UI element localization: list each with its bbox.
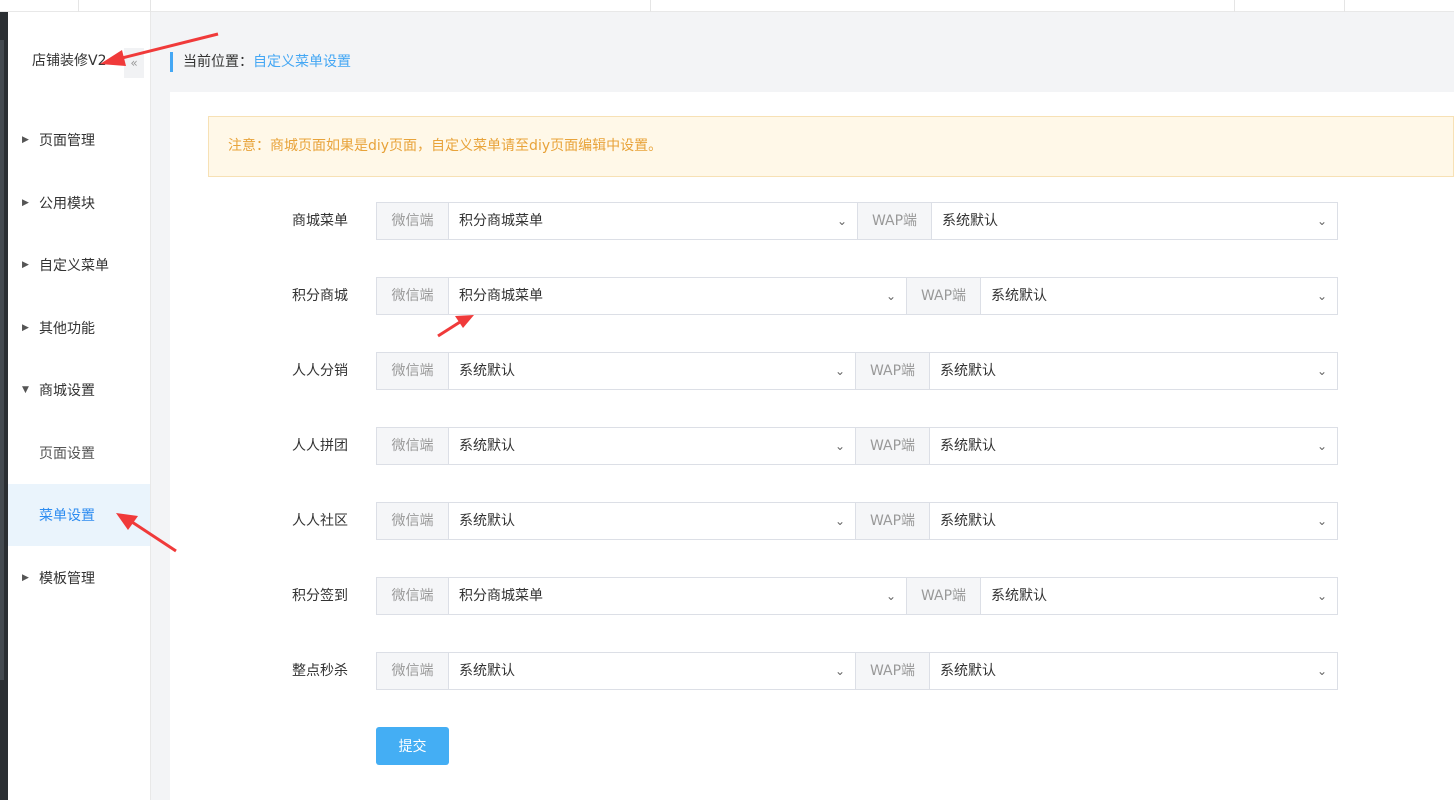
wechat-addon-label: 微信端	[377, 428, 449, 464]
wap-addon-label: WAP端	[855, 503, 930, 539]
wechat-menu-select[interactable]: 积分商城菜单 ⌄	[449, 203, 857, 239]
select-value: 系统默认	[940, 663, 996, 679]
breadcrumb: 当前位置：自定义菜单设置	[170, 52, 351, 72]
chevron-down-icon: ⌄	[834, 364, 845, 378]
select-value: 系统默认	[940, 438, 996, 454]
sidebar-item-label: 自定义菜单	[39, 258, 109, 274]
select-value: 积分商城菜单	[459, 213, 543, 229]
sidebar-item-label: 页面管理	[39, 133, 95, 149]
select-value: 系统默认	[459, 663, 515, 679]
wap-menu-select[interactable]: 系统默认 ⌄	[930, 428, 1337, 464]
wechat-addon-label: 微信端	[377, 203, 449, 239]
select-value: 系统默认	[459, 513, 515, 529]
chevron-down-icon: ⌄	[1316, 589, 1327, 603]
select-value: 系统默认	[940, 513, 996, 529]
wap-addon-label: WAP端	[855, 353, 930, 389]
wap-addon-label: WAP端	[906, 278, 981, 314]
chevron-down-icon: ⌄	[1316, 289, 1327, 303]
chevron-down-icon: ⌄	[834, 514, 845, 528]
chevron-down-icon: ⌄	[1316, 664, 1327, 678]
select-group: 微信端 系统默认 ⌄ WAP端 系统默认 ⌄	[376, 427, 1338, 465]
sidebar-item-label: 其他功能	[39, 321, 95, 337]
row-label: 积分签到	[292, 588, 348, 604]
chevron-down-icon: ⌄	[885, 289, 896, 303]
notice-banner: 注意：商城页面如果是diy页面，自定义菜单请至diy页面编辑中设置。	[208, 116, 1454, 177]
row-label: 积分商城	[292, 288, 348, 304]
top-nav-divider	[1344, 0, 1345, 12]
select-value: 积分商城菜单	[459, 588, 543, 604]
wap-addon-label: WAP端	[855, 428, 930, 464]
select-value: 系统默认	[991, 588, 1047, 604]
wechat-menu-select[interactable]: 系统默认 ⌄	[449, 428, 855, 464]
menu-setting-row: 人人拼团 微信端 系统默认 ⌄ WAP端 系统默认 ⌄	[0, 427, 1454, 465]
wechat-addon-label: 微信端	[377, 653, 449, 689]
wap-menu-select[interactable]: 系统默认 ⌄	[932, 203, 1337, 239]
sidebar-item-page-management[interactable]: ▶ 页面管理	[8, 109, 150, 171]
wechat-menu-select[interactable]: 积分商城菜单 ⌄	[449, 278, 906, 314]
row-label: 商城菜单	[292, 213, 348, 229]
wechat-addon-label: 微信端	[377, 503, 449, 539]
select-value: 积分商城菜单	[459, 288, 543, 304]
top-nav-bar	[0, 0, 1454, 12]
row-label: 整点秒杀	[292, 663, 348, 679]
menu-setting-row: 商城菜单 微信端 积分商城菜单 ⌄ WAP端 系统默认 ⌄	[0, 202, 1454, 240]
chevron-down-icon: ⌄	[1316, 364, 1327, 378]
select-group: 微信端 系统默认 ⌄ WAP端 系统默认 ⌄	[376, 502, 1338, 540]
menu-setting-row: 积分商城 微信端 积分商城菜单 ⌄ WAP端 系统默认 ⌄	[0, 277, 1454, 315]
menu-setting-row: 整点秒杀 微信端 系统默认 ⌄ WAP端 系统默认 ⌄	[0, 652, 1454, 690]
chevron-down-icon: ⌄	[1316, 439, 1327, 453]
select-group: 微信端 系统默认 ⌄ WAP端 系统默认 ⌄	[376, 352, 1338, 390]
wap-menu-select[interactable]: 系统默认 ⌄	[930, 503, 1337, 539]
wechat-menu-select[interactable]: 系统默认 ⌄	[449, 353, 855, 389]
select-value: 系统默认	[991, 288, 1047, 304]
breadcrumb-current-link[interactable]: 自定义菜单设置	[253, 54, 351, 70]
wap-addon-label: WAP端	[857, 203, 932, 239]
select-group: 微信端 积分商城菜单 ⌄ WAP端 系统默认 ⌄	[376, 277, 1338, 315]
select-group: 微信端 积分商城菜单 ⌄ WAP端 系统默认 ⌄	[376, 202, 1338, 240]
row-label: 人人社区	[292, 513, 348, 529]
chevron-down-icon: ⌄	[836, 214, 847, 228]
select-value: 系统默认	[459, 363, 515, 379]
wap-menu-select[interactable]: 系统默认 ⌄	[930, 353, 1337, 389]
top-nav-divider	[650, 0, 651, 12]
caret-right-icon: ▶	[22, 260, 29, 270]
top-nav-divider	[1234, 0, 1235, 12]
wap-menu-select[interactable]: 系统默认 ⌄	[981, 578, 1337, 614]
chevron-down-icon: ⌄	[885, 589, 896, 603]
wap-addon-label: WAP端	[906, 578, 981, 614]
caret-right-icon: ▶	[22, 323, 29, 333]
wechat-menu-select[interactable]: 系统默认 ⌄	[449, 653, 855, 689]
caret-right-icon: ▶	[22, 135, 29, 145]
wap-menu-select[interactable]: 系统默认 ⌄	[930, 653, 1337, 689]
collapse-icon[interactable]: «	[124, 48, 144, 78]
top-nav-divider	[150, 0, 151, 12]
submit-button[interactable]: 提交	[376, 727, 449, 765]
sidebar-title: 店铺装修V2	[32, 53, 107, 69]
select-group: 微信端 系统默认 ⌄ WAP端 系统默认 ⌄	[376, 652, 1338, 690]
select-value: 系统默认	[459, 438, 515, 454]
menu-setting-row: 人人分销 微信端 系统默认 ⌄ WAP端 系统默认 ⌄	[0, 352, 1454, 390]
menu-setting-row: 积分签到 微信端 积分商城菜单 ⌄ WAP端 系统默认 ⌄	[0, 577, 1454, 615]
top-nav-divider	[78, 0, 79, 12]
wechat-addon-label: 微信端	[377, 353, 449, 389]
chevron-down-icon: ⌄	[1316, 214, 1327, 228]
chevron-down-icon: ⌄	[834, 664, 845, 678]
select-group: 微信端 积分商城菜单 ⌄ WAP端 系统默认 ⌄	[376, 577, 1338, 615]
select-value: 系统默认	[940, 363, 996, 379]
wechat-addon-label: 微信端	[377, 578, 449, 614]
wechat-addon-label: 微信端	[377, 278, 449, 314]
wechat-menu-select[interactable]: 积分商城菜单 ⌄	[449, 578, 906, 614]
menu-setting-row: 人人社区 微信端 系统默认 ⌄ WAP端 系统默认 ⌄	[0, 502, 1454, 540]
chevron-down-icon: ⌄	[1316, 514, 1327, 528]
wechat-menu-select[interactable]: 系统默认 ⌄	[449, 503, 855, 539]
row-label: 人人拼团	[292, 438, 348, 454]
row-label: 人人分销	[292, 363, 348, 379]
wap-menu-select[interactable]: 系统默认 ⌄	[981, 278, 1337, 314]
wap-addon-label: WAP端	[855, 653, 930, 689]
breadcrumb-prefix: 当前位置：	[183, 54, 253, 70]
select-value: 系统默认	[942, 213, 998, 229]
chevron-down-icon: ⌄	[834, 439, 845, 453]
